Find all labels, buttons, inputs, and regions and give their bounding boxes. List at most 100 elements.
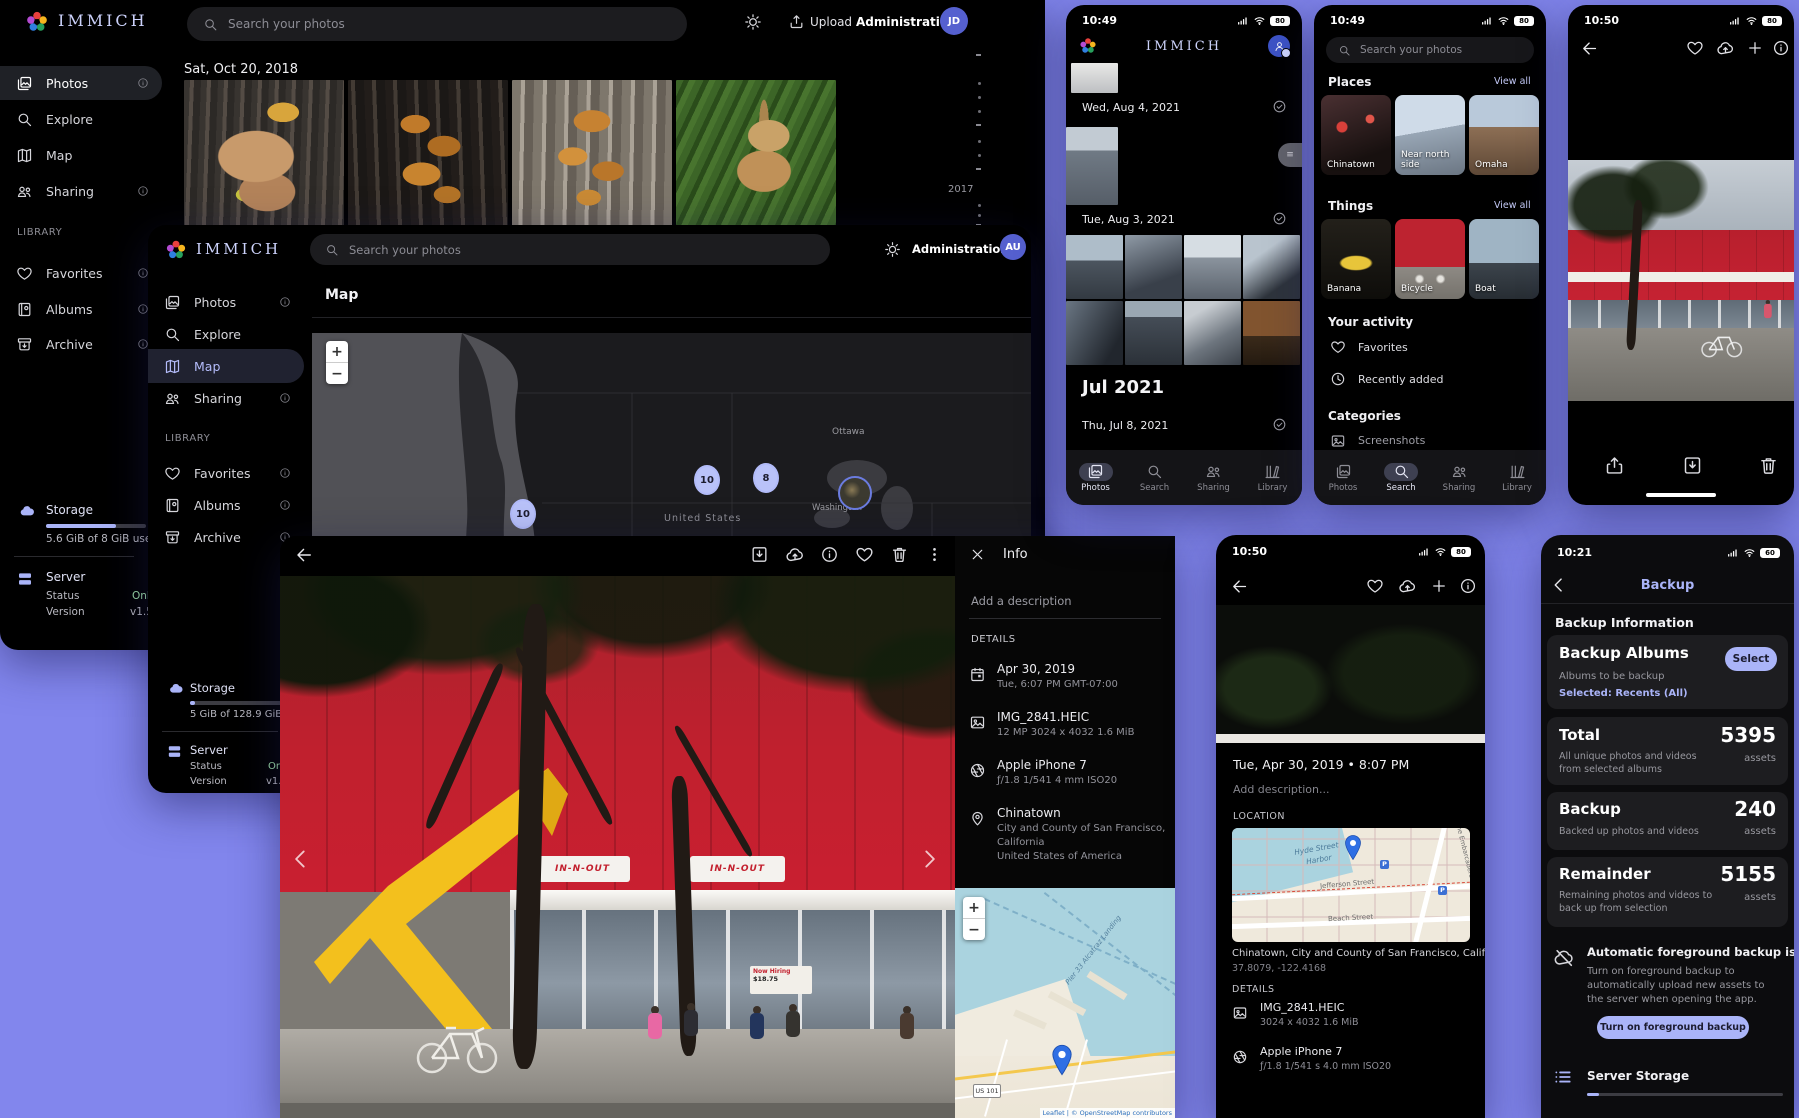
thing-card[interactable]: Boat xyxy=(1469,219,1539,299)
photo-thumbnail[interactable] xyxy=(1066,235,1123,299)
photo-thumbnail[interactable] xyxy=(512,80,672,227)
photo-thumbnail[interactable] xyxy=(1243,301,1300,365)
download-icon[interactable] xyxy=(750,545,769,564)
map-photo-marker[interactable] xyxy=(838,476,872,510)
back-icon[interactable] xyxy=(1230,577,1249,596)
photo-preview[interactable] xyxy=(1216,605,1485,743)
minimap-zoom-control[interactable]: + − xyxy=(963,897,985,940)
theme-toggle-icon[interactable] xyxy=(884,241,901,258)
photo-viewer[interactable] xyxy=(1568,160,1794,401)
location-minimap[interactable]: Pier 33 Alcatraz Landing US 101 + − Leaf… xyxy=(955,888,1175,1118)
nav-item-search[interactable]: Search xyxy=(1384,463,1418,493)
place-card[interactable]: Chinatown xyxy=(1321,95,1391,175)
place-card[interactable]: Near north side xyxy=(1395,95,1465,175)
cloud-upload-icon[interactable] xyxy=(1716,39,1735,58)
nav-item-sharing[interactable]: Sharing xyxy=(1197,463,1231,493)
nav-item-library[interactable]: Library xyxy=(1256,463,1290,493)
sidebar-item-explore[interactable]: Explore xyxy=(0,102,162,136)
info-icon[interactable] xyxy=(820,545,839,564)
theme-toggle-icon[interactable] xyxy=(744,13,762,31)
turn-on-foreground-backup-button[interactable]: Turn on foreground backup xyxy=(1597,1016,1749,1039)
thing-card[interactable]: Banana xyxy=(1321,219,1391,299)
map-cluster-marker[interactable]: 10 xyxy=(510,499,536,529)
description-input[interactable]: Add a description xyxy=(971,594,1072,608)
favorite-icon[interactable] xyxy=(1366,577,1384,595)
map-cluster-marker[interactable]: 10 xyxy=(694,465,720,495)
avatar[interactable]: JD xyxy=(940,7,968,35)
more-options-icon[interactable] xyxy=(925,545,944,564)
favorite-icon[interactable] xyxy=(1686,39,1704,57)
places-view-all-link[interactable]: View all xyxy=(1494,76,1531,88)
info-icon[interactable] xyxy=(1772,39,1790,57)
photo-thumbnail[interactable] xyxy=(1066,127,1118,205)
back-icon[interactable] xyxy=(294,545,314,565)
upload-icon[interactable] xyxy=(788,13,805,30)
add-icon[interactable] xyxy=(1430,577,1448,595)
cloud-upload-icon[interactable] xyxy=(1398,577,1417,596)
nav-item-sharing[interactable]: Sharing xyxy=(1442,463,1476,493)
zoom-in-button[interactable]: + xyxy=(326,341,348,363)
photo-thumbnail[interactable] xyxy=(1125,301,1182,365)
nav-item-search[interactable]: Search xyxy=(1138,463,1172,493)
photo-thumbnail[interactable] xyxy=(1184,235,1241,299)
add-icon[interactable] xyxy=(1746,39,1764,57)
back-icon[interactable] xyxy=(1580,39,1599,58)
select-group-icon[interactable] xyxy=(1272,417,1287,432)
thing-card[interactable]: Bicycle xyxy=(1395,219,1465,299)
map-zoom-control[interactable]: + − xyxy=(326,341,348,384)
delete-icon[interactable] xyxy=(890,545,909,564)
map-cluster-marker[interactable]: 8 xyxy=(753,463,779,493)
upload-button[interactable]: Upload xyxy=(810,15,852,30)
sidebar-item-archive[interactable]: Archive xyxy=(0,327,162,361)
share-icon[interactable] xyxy=(1604,455,1625,476)
sidebar-item-map[interactable]: Map xyxy=(0,138,162,172)
select-group-icon[interactable] xyxy=(1272,211,1287,226)
location-minimap[interactable]: Hyde Street Harbor Jefferson Street Beac… xyxy=(1232,828,1470,942)
sidebar-item-photos[interactable]: Photos xyxy=(0,66,162,100)
select-group-icon[interactable] xyxy=(1272,99,1287,114)
description-input[interactable]: Add description... xyxy=(1233,783,1329,797)
sidebar-item-favorites[interactable]: Favorites xyxy=(148,456,304,490)
location-name[interactable]: Chinatown xyxy=(997,806,1061,821)
nav-item-library[interactable]: Library xyxy=(1500,463,1534,493)
photo-thumbnail[interactable] xyxy=(1066,301,1123,365)
zoom-in-button[interactable]: + xyxy=(963,897,985,919)
next-photo-chevron[interactable] xyxy=(916,846,942,872)
sidebar-item-explore[interactable]: Explore xyxy=(148,317,304,351)
photo-thumbnail[interactable] xyxy=(1184,301,1241,365)
profile-avatar[interactable] xyxy=(1268,35,1290,57)
map-attribution[interactable]: Leaflet | © OpenStreetMap contributors xyxy=(1040,1108,1175,1118)
photo-thumbnail[interactable] xyxy=(1071,63,1118,93)
zoom-out-button[interactable]: − xyxy=(963,919,985,940)
administration-link[interactable]: Administration xyxy=(912,242,1009,256)
favorite-icon[interactable] xyxy=(855,545,874,564)
zoom-out-button[interactable]: − xyxy=(326,363,348,384)
activity-recently-added[interactable]: Recently added xyxy=(1358,373,1444,387)
photo-thumbnail[interactable] xyxy=(676,80,836,227)
place-card[interactable]: Omaha xyxy=(1469,95,1539,175)
photo-thumbnail[interactable] xyxy=(1125,235,1182,299)
close-icon[interactable] xyxy=(969,546,986,563)
sidebar-item-albums[interactable]: Albums xyxy=(0,292,162,326)
photo-viewer[interactable]: IN-N-OUT IN-N-OUT Now Hiring $18.75 xyxy=(280,576,955,1118)
select-albums-button[interactable]: Select xyxy=(1725,647,1777,671)
sidebar-item-albums[interactable]: Albums xyxy=(148,488,304,522)
delete-icon[interactable] xyxy=(1758,455,1779,476)
search-input[interactable]: Search your photos xyxy=(187,7,687,41)
photo-thumbnail[interactable] xyxy=(348,80,508,227)
nav-item-photos[interactable]: Photos xyxy=(1079,463,1113,493)
things-view-all-link[interactable]: View all xyxy=(1494,200,1531,212)
sidebar-item-photos[interactable]: Photos xyxy=(148,285,304,319)
category-screenshots[interactable]: Screenshots xyxy=(1358,434,1425,448)
search-input[interactable]: Search your photos xyxy=(1326,37,1534,63)
info-icon[interactable] xyxy=(1459,577,1477,595)
archive-icon[interactable] xyxy=(1682,455,1703,476)
photo-thumbnail[interactable] xyxy=(1243,235,1300,299)
sidebar-item-sharing[interactable]: Sharing xyxy=(148,381,304,415)
sidebar-item-map[interactable]: Map xyxy=(148,349,304,383)
search-input[interactable]: Search your photos xyxy=(310,234,830,265)
nav-item-photos[interactable]: Photos xyxy=(1326,463,1360,493)
sidebar-item-sharing[interactable]: Sharing xyxy=(0,174,162,208)
sidebar-item-favorites[interactable]: Favorites xyxy=(0,256,162,290)
previous-photo-chevron[interactable] xyxy=(288,846,314,872)
